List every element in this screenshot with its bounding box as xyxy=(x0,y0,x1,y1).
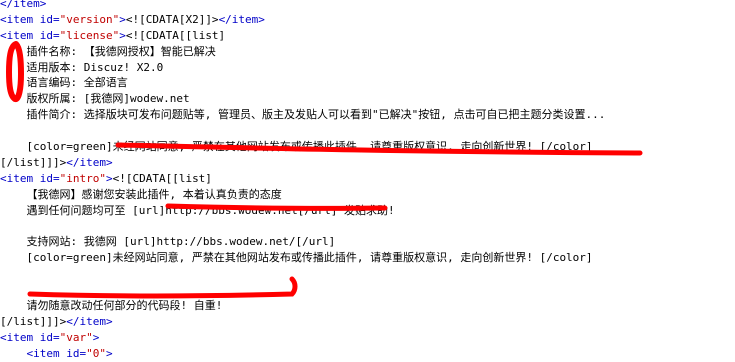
code-token: <![CDATA[[list] xyxy=(112,171,212,185)
code-line: 遇到任何问题均可至 [url]http://bbs.wodew.net[/url… xyxy=(0,203,735,219)
code-token: <item id= xyxy=(0,28,60,42)
code-token: "intro" xyxy=(59,171,106,185)
code-line: 适用版本: Discuz! X2.0 xyxy=(0,60,735,76)
code-line: <item id="version"><![CDATA[X2]]></item> xyxy=(0,12,735,28)
code-token: "version" xyxy=(59,12,120,26)
code-line: [color=green]未经网站同意, 严禁在其他网站发布或传播此插件, 请尊… xyxy=(0,250,735,266)
code-line: <item id="intro"><![CDATA[[list] xyxy=(0,171,735,187)
code-token: </item> xyxy=(0,0,47,10)
code-token: "license" xyxy=(59,28,120,42)
code-line: [/list]]]></item> xyxy=(0,155,735,171)
code-token: 遇到任何问题均可至 [url]http://bbs.wodew.net[/url… xyxy=(26,203,395,217)
code-line: 请勿随意改动任何部分的代码段! 自重! xyxy=(0,298,735,314)
code-line: <item id="license"><![CDATA[[list] xyxy=(0,28,735,44)
code-token: 插件简介: 选择版块可发布问题贴等, 管理员、版主及发贴人可以看到"已解决"按钮… xyxy=(26,108,606,122)
code-token: </item> xyxy=(66,155,113,169)
code-token: <item id= xyxy=(0,171,60,185)
code-token: </item> xyxy=(66,314,113,328)
code-token: > xyxy=(119,28,126,42)
code-line: 支持网站: 我德网 [url]http://bbs.wodew.net/[/ur… xyxy=(0,234,735,250)
code-token: 插件名称: 【我德网授权】智能已解决 xyxy=(26,44,216,58)
code-token: 语言编码: 全部语言 xyxy=(26,76,128,90)
code-token: <![CDATA[[list] xyxy=(125,28,226,42)
code-token: [/list]]]> xyxy=(0,314,67,328)
code-token: </item> xyxy=(218,12,265,26)
code-token: > xyxy=(92,330,100,344)
code-token: 版权所属: [我德网]wodew.net xyxy=(26,92,190,106)
code-token: > xyxy=(119,12,126,26)
code-token: <item id= xyxy=(0,12,60,26)
code-token: 支持网站: 我德网 [url]http://bbs.wodew.net/[/ur… xyxy=(26,235,336,249)
code-token: "var" xyxy=(59,330,93,344)
code-token: 适用版本: Discuz! X2.0 xyxy=(26,60,164,74)
code-token: <item id= xyxy=(0,330,60,344)
code-line: 语言编码: 全部语言 xyxy=(0,75,735,91)
code-token: 【我德网】感谢您安装此插件, 本着认真负责的态度 xyxy=(26,187,282,201)
code-line: </item> xyxy=(0,0,735,12)
code-token: [color=green]未经网站同意, 严禁在其他网站发布或传播此插件, 请尊… xyxy=(26,140,593,154)
code-line: 【我德网】感谢您安装此插件, 本着认真负责的态度 xyxy=(0,187,735,203)
xml-code-view: </item> <item id="version"><![CDATA[X2]]>… xyxy=(0,0,735,361)
code-token: [color=green]未经网站同意, 严禁在其他网站发布或传播此插件, 请尊… xyxy=(26,251,593,265)
code-token: [/list]]]> xyxy=(0,155,67,169)
code-line: 插件名称: 【我德网授权】智能已解决 xyxy=(0,44,735,60)
code-token: <![CDATA[X2]]> xyxy=(125,12,219,26)
code-line: 版权所属: [我德网]wodew.net xyxy=(0,91,735,107)
code-token: > xyxy=(105,346,113,360)
code-line: 插件简介: 选择版块可发布问题贴等, 管理员、版主及发贴人可以看到"已解决"按钮… xyxy=(0,107,735,123)
code-token: "0" xyxy=(86,346,106,360)
code-token: <item id= xyxy=(26,346,87,360)
code-line: [/list]]]></item> xyxy=(0,314,735,330)
code-token: 请勿随意改动任何部分的代码段! 自重! xyxy=(26,298,223,312)
code-line: [color=green]未经网站同意, 严禁在其他网站发布或传播此插件, 请尊… xyxy=(0,139,735,155)
code-line: <item id="0"> xyxy=(0,346,735,362)
code-token: > xyxy=(105,171,113,185)
